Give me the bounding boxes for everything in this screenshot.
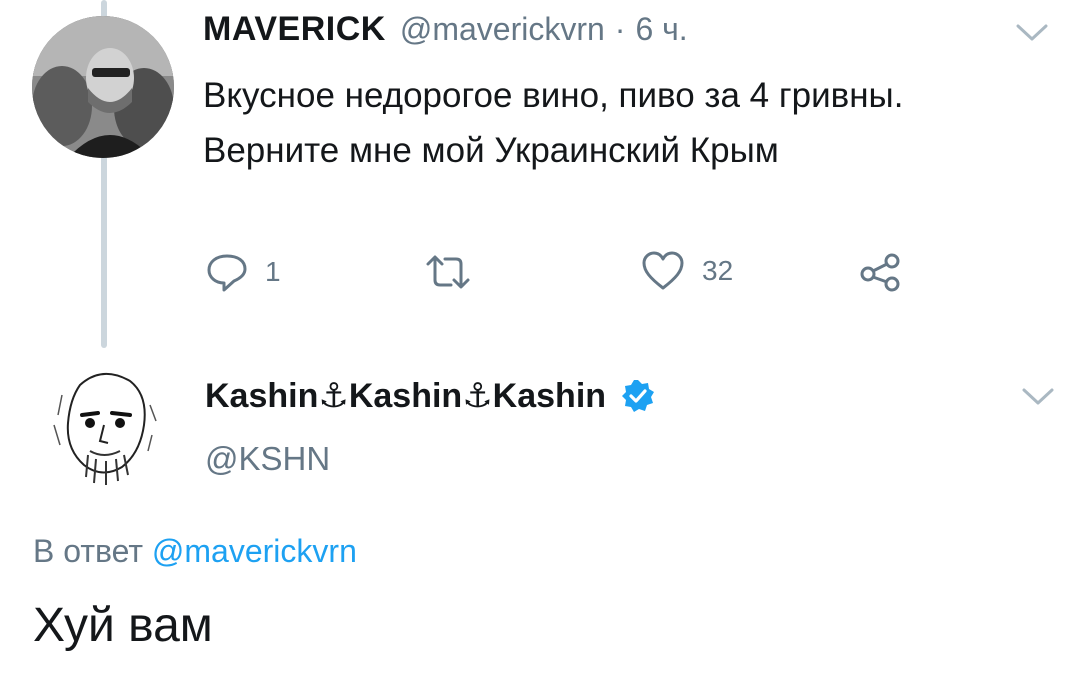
tweet-thread: MAVERICK @maverickvrn · 6 ч. Вкусное нед… [0, 0, 1080, 684]
chevron-down-icon [1016, 24, 1048, 41]
reply-icon [207, 254, 247, 292]
like-button[interactable]: 32 [640, 250, 733, 292]
like-count: 32 [702, 255, 734, 286]
share-icon [860, 253, 900, 292]
share-button[interactable] [858, 252, 904, 292]
tweet1-separator: · [614, 11, 626, 47]
reply-prefix: В ответ [33, 533, 144, 569]
tweet2-handle[interactable]: @KSHN [205, 440, 330, 478]
avatar-maverick[interactable] [32, 16, 174, 158]
avatar-photo-icon [32, 16, 174, 158]
reply-count: 1 [265, 256, 281, 287]
retweet-icon [426, 255, 470, 289]
tweet2-header: Kashin⚓Kashin⚓Kashin [205, 372, 656, 420]
reply-context: В ответ @maverickvrn [33, 533, 357, 570]
retweet-button[interactable] [425, 252, 487, 292]
tweet1-display-name[interactable]: MAVERICK [203, 10, 386, 49]
avatar-sketch-icon [32, 355, 174, 497]
tweet2-display-name[interactable]: Kashin⚓Kashin⚓Kashin [205, 376, 606, 416]
tweet2-text: Хуй вам [33, 599, 213, 652]
reply-mention-link[interactable]: @maverickvrn [152, 533, 357, 569]
chevron-down-icon [1022, 388, 1054, 405]
tweet1-timestamp[interactable]: 6 ч. [635, 11, 687, 48]
tweet1-text: Вкусное недорогое вино, пиво за 4 гривны… [203, 76, 904, 170]
heart-icon [642, 251, 684, 290]
tweet1-menu-button[interactable] [1012, 18, 1052, 48]
verified-badge-icon [620, 378, 656, 414]
tweet1-header: MAVERICK @maverickvrn · 6 ч. [203, 10, 688, 64]
reply-button[interactable]: 1 [205, 252, 281, 292]
tweet1-handle[interactable]: @maverickvrn [400, 11, 605, 48]
avatar-kashin[interactable] [32, 355, 174, 497]
tweet2-menu-button[interactable] [1018, 382, 1058, 412]
